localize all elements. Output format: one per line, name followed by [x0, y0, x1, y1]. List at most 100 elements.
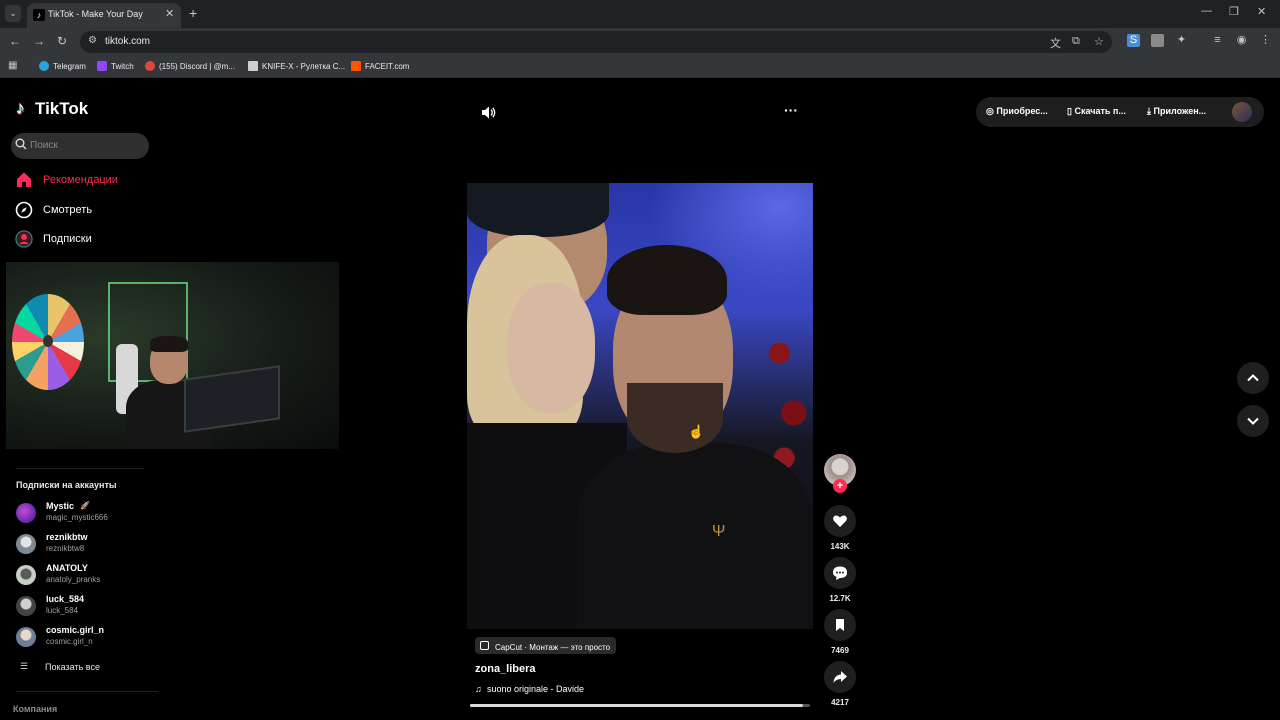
bookmark-knifex[interactable]: KNIFE-X - Рулетка С...: [248, 61, 345, 73]
faceit-icon: [351, 61, 361, 71]
bookmark-discord[interactable]: (155) Discord | @m...: [145, 61, 235, 73]
chevron-up-icon: [1247, 374, 1259, 382]
knifex-icon: [248, 61, 258, 71]
bookmark-icon: [836, 619, 844, 631]
search-icon: [15, 138, 27, 150]
rocket-icon: 🚀: [80, 501, 90, 510]
avatar: [16, 534, 36, 554]
monitor: [184, 365, 280, 433]
divider: [16, 691, 158, 692]
bookmark-star-icon[interactable]: ☆: [1094, 35, 1104, 48]
minimize-icon[interactable]: —: [1201, 5, 1212, 17]
extension-s-icon[interactable]: S: [1127, 34, 1140, 47]
profile-avatar[interactable]: [1232, 102, 1252, 122]
hand-cursor-icon: ☝: [688, 424, 705, 439]
restore-icon[interactable]: ❐: [1229, 5, 1239, 18]
download-button[interactable]: ▯ Скачать п...: [1067, 106, 1126, 117]
live-stream-preview[interactable]: [6, 262, 339, 449]
profile-icon[interactable]: ◉: [1235, 34, 1248, 47]
home-icon: [17, 172, 31, 187]
share-button[interactable]: [824, 661, 856, 693]
account-item[interactable]: luck_584 luck_584: [16, 594, 156, 618]
tab-title: TikTok - Make Your Day: [48, 9, 143, 19]
video-music[interactable]: ♫ suono originale - Davide: [475, 684, 584, 694]
address-url[interactable]: tiktok.com: [105, 36, 150, 47]
telegram-icon: [39, 61, 49, 71]
account-handle: reznikbtw8: [46, 544, 85, 553]
browser-menu-icon[interactable]: ⋮: [1259, 34, 1272, 47]
twitch-icon: [97, 61, 107, 71]
account-handle: luck_584: [46, 606, 79, 615]
account-name: luck_584: [46, 594, 85, 604]
beard: [627, 383, 723, 453]
heart-icon: [833, 515, 847, 527]
shares-count: 4217: [831, 698, 849, 707]
search-input[interactable]: Поиск: [11, 133, 149, 159]
video-player[interactable]: Ψ: [467, 183, 813, 629]
search-placeholder: Поиск: [30, 140, 58, 151]
like-button[interactable]: [824, 505, 856, 537]
following-accounts-title: Подписки на аккаунты: [16, 480, 117, 490]
chevron-down-icon: [1247, 417, 1259, 425]
browser-tabbar: ⌄ ♪ TikTok - Make Your Day ✕ + — ❐ ✕: [0, 0, 1280, 28]
tiktok-page: ♪ TikTok Поиск Рекомендации Смотреть Под…: [0, 80, 1280, 720]
video-author[interactable]: zona_libera: [475, 663, 536, 675]
divider: [16, 468, 144, 469]
bookmark-twitch[interactable]: Twitch: [97, 61, 134, 73]
list-icon: ☰: [20, 661, 29, 671]
reload-icon[interactable]: ↻: [57, 34, 67, 48]
window-close-icon[interactable]: ✕: [1257, 5, 1266, 18]
avatar: [16, 596, 36, 616]
forward-icon[interactable]: →: [33, 34, 45, 48]
streamer-hair: [150, 336, 188, 352]
tiktok-favicon-icon: ♪: [33, 9, 45, 21]
discord-icon: [145, 61, 155, 71]
media-control-icon[interactable]: ≡: [1211, 34, 1224, 47]
account-item[interactable]: ANATOLY anatoly_pranks: [16, 563, 156, 587]
account-item[interactable]: reznikbtw reznikbtw8: [16, 532, 156, 556]
tab-close-icon[interactable]: ✕: [165, 7, 174, 20]
comment-button[interactable]: [824, 557, 856, 589]
tiktok-note-icon: ♪: [16, 98, 25, 118]
next-video-button[interactable]: [1237, 405, 1269, 437]
save-button[interactable]: [824, 609, 856, 641]
install-app-icon[interactable]: ⧉: [1072, 35, 1080, 48]
account-name: reznikbtw: [46, 532, 88, 542]
account-item[interactable]: Mystic 🚀 magic_mystic666: [16, 501, 156, 525]
account-name: ANATOLY: [46, 563, 88, 573]
extension-gray-icon[interactable]: [1151, 34, 1164, 47]
share-icon: [833, 671, 847, 683]
show-all-button[interactable]: ☰ Показать все: [20, 661, 140, 675]
previous-video-button[interactable]: [1237, 362, 1269, 394]
extensions-puzzle-icon[interactable]: ✦: [1175, 34, 1188, 47]
apps-grid-icon[interactable]: ▦: [8, 60, 17, 71]
avatar: [16, 627, 36, 647]
compass-icon: [15, 201, 33, 219]
avatar: [16, 565, 36, 585]
nav-label: Рекомендации: [43, 174, 118, 186]
woman-face: [507, 283, 595, 413]
hat: [467, 183, 609, 237]
roulette-wheel: [12, 294, 84, 390]
more-options-icon[interactable]: ···: [784, 102, 798, 118]
follow-plus-icon[interactable]: +: [833, 479, 847, 493]
back-icon[interactable]: ←: [9, 34, 21, 48]
capcut-anchor[interactable]: CapCut · Монтаж — это просто: [475, 637, 617, 654]
translate-icon[interactable]: 文: [1050, 35, 1061, 51]
music-note-icon: ♫: [475, 684, 482, 694]
bookmark-faceit[interactable]: FACEIT.com: [351, 61, 409, 73]
saves-count: 7469: [831, 646, 849, 655]
account-item[interactable]: cosmic.girl_n cosmic.girl_n: [16, 625, 156, 649]
volume-icon[interactable]: [481, 105, 496, 120]
site-info-icon[interactable]: ⚙: [88, 35, 97, 46]
address-bar[interactable]: ⚙ tiktok.com 文 ⧉ ☆: [80, 31, 1112, 53]
following-icon: [15, 230, 33, 248]
get-app-button[interactable]: ⤓ Приложен...: [1147, 106, 1206, 117]
bookmark-telegram[interactable]: Telegram: [39, 61, 86, 73]
buy-coins-button[interactable]: ◎ Приобрес...: [986, 106, 1048, 117]
browser-tab[interactable]: ♪ TikTok - Make Your Day ✕: [27, 3, 181, 28]
comment-icon: [833, 566, 847, 580]
tab-search-icon[interactable]: ⌄: [5, 5, 21, 22]
new-tab-icon[interactable]: +: [189, 5, 197, 21]
video-progress-bar[interactable]: [470, 704, 810, 707]
